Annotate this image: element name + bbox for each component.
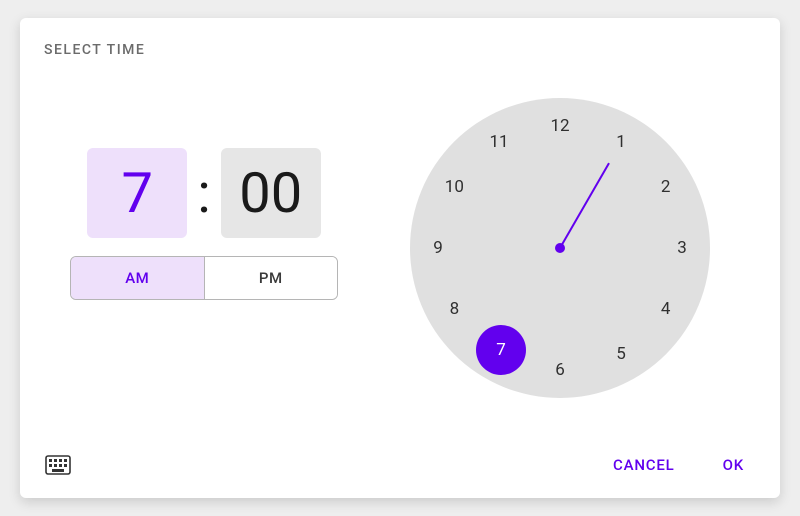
cancel-button[interactable]: CANCEL: [601, 448, 687, 482]
minute-field[interactable]: 00: [221, 148, 321, 238]
time-colon: :: [197, 160, 211, 226]
clock-number-6[interactable]: 6: [544, 354, 576, 386]
keyboard-icon[interactable]: [44, 454, 72, 476]
ok-button[interactable]: OK: [711, 448, 756, 482]
dialog-content: 7 : 00 AM PM 1212345678910117: [44, 98, 756, 398]
clock-number-8[interactable]: 8: [438, 293, 470, 325]
time-picker-dialog: SELECT TIME 7 : 00 AM PM 121234567891011…: [20, 18, 780, 498]
dialog-footer: CANCEL OK: [44, 448, 756, 482]
time-display: 7 : 00: [44, 148, 364, 238]
hour-field[interactable]: 7: [87, 148, 187, 238]
clock-number-5[interactable]: 5: [605, 338, 637, 370]
clock-number-9[interactable]: 9: [422, 232, 454, 264]
clock-number-11[interactable]: 11: [483, 126, 515, 158]
clock-number-12[interactable]: 12: [544, 110, 576, 142]
clock-number-10[interactable]: 10: [438, 171, 470, 203]
clock-number-4[interactable]: 4: [650, 293, 682, 325]
am-button[interactable]: AM: [71, 257, 205, 299]
clock-column: 1212345678910117: [364, 98, 756, 398]
clock-number-1[interactable]: 1: [605, 126, 637, 158]
clock-selected-tip[interactable]: 7: [476, 325, 526, 375]
clock-face[interactable]: 1212345678910117: [410, 98, 710, 398]
clock-number-3[interactable]: 3: [666, 232, 698, 264]
period-toggle: AM PM: [70, 256, 338, 300]
pm-button[interactable]: PM: [205, 257, 338, 299]
keyboard-icon-svg: [45, 455, 71, 475]
clock-center-dot: [555, 243, 565, 253]
time-input-column: 7 : 00 AM PM: [44, 98, 364, 300]
clock-number-2[interactable]: 2: [650, 171, 682, 203]
dialog-title: SELECT TIME: [44, 42, 756, 58]
clock-hand: [559, 163, 610, 249]
